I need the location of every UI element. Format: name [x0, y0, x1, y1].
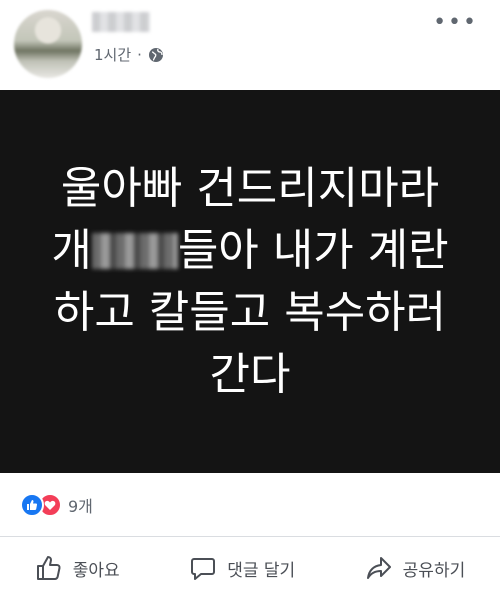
like-button-label: 좋아요 [72, 560, 120, 581]
avatar[interactable] [14, 10, 82, 78]
share-button[interactable]: 공유하기 [365, 554, 466, 582]
post-image[interactable]: 울아빠 건드리지마라 개 들아 내가 계란 하고 칼들고 복수하러 간다 [0, 90, 500, 473]
image-line-4: 간다 [209, 348, 291, 400]
image-line-2: 개 들아 내가 계란 [51, 220, 448, 282]
like-reaction-icon [20, 493, 44, 517]
thumbs-up-icon [36, 556, 61, 580]
image-line-3: 하고 칼들고 복수하러 [53, 286, 447, 338]
post-meta: 1시간 · [94, 44, 164, 65]
more-options-icon[interactable]: ••• [433, 12, 478, 34]
post-image-text: 울아빠 건드리지마라 개 들아 내가 계란 하고 칼들고 복수하러 간다 [51, 158, 448, 406]
author-name-blurred[interactable] [92, 12, 150, 32]
reaction-count: 9개 [68, 497, 93, 516]
globe-icon[interactable] [148, 47, 164, 63]
action-bar: 좋아요 댓글 달기 공유하기 [0, 548, 500, 588]
comment-button-label: 댓글 달기 [227, 560, 296, 581]
share-button-label: 공유하기 [402, 560, 466, 581]
censor-blur [91, 232, 178, 269]
comment-icon [191, 558, 216, 580]
image-line-2-suffix: 들아 내가 계란 [177, 224, 449, 276]
comment-button[interactable]: 댓글 달기 [189, 554, 295, 582]
divider [0, 536, 500, 537]
meta-separator: · [137, 45, 142, 64]
post-time[interactable]: 1시간 [94, 44, 131, 65]
image-line-1: 울아빠 건드리지마라 [60, 162, 440, 214]
like-button[interactable]: 좋아요 [35, 554, 120, 582]
image-line-2-prefix: 개 [51, 224, 92, 276]
reaction-summary[interactable]: 9개 [20, 493, 93, 517]
share-icon [366, 557, 391, 579]
